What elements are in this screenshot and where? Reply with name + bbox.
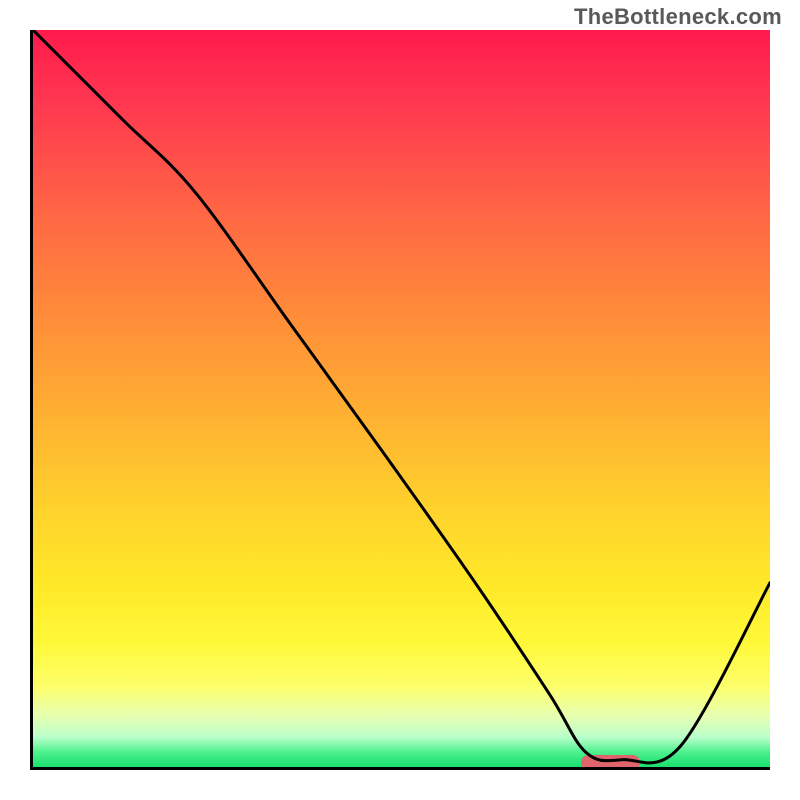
plot-area — [30, 30, 770, 770]
watermark-text: TheBottleneck.com — [574, 4, 782, 30]
bottleneck-curve — [33, 30, 770, 763]
chart-container: TheBottleneck.com — [0, 0, 800, 800]
curve-svg — [33, 30, 770, 767]
